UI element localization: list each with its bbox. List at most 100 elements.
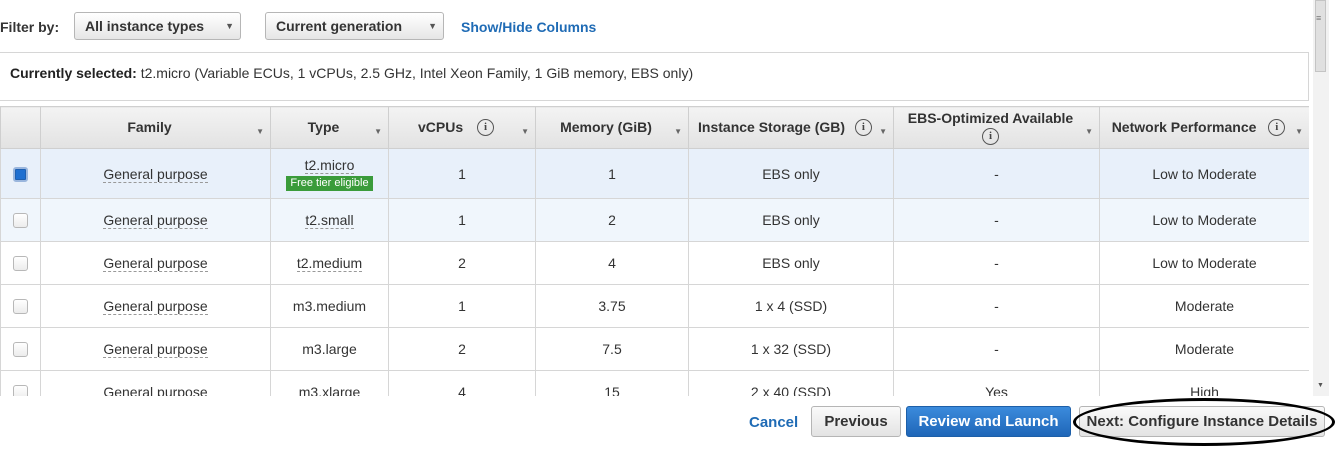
- previous-button[interactable]: Previous: [811, 406, 901, 437]
- memory-cell: 4: [535, 241, 689, 285]
- sort-caret-icon: ▼: [1295, 127, 1303, 136]
- memory-cell: 15: [535, 370, 689, 396]
- currently-selected-label: Currently selected:: [10, 65, 137, 81]
- type-cell: t2.small: [270, 198, 389, 242]
- row-checkbox[interactable]: [13, 166, 28, 182]
- instance-type-table-container: Family ▼ Type ▼ vCPUs i ▼ Memory (GiB) ▼: [0, 106, 1309, 396]
- vcpus-cell: 1: [388, 148, 536, 199]
- column-header-instance-storage[interactable]: Instance Storage (GB) i ▼: [688, 106, 894, 149]
- table-row[interactable]: General purpose t2.micro Free tier eligi…: [0, 148, 1309, 199]
- row-select-cell[interactable]: [0, 370, 41, 396]
- column-header-family[interactable]: Family ▼: [40, 106, 271, 149]
- family-cell: General purpose: [40, 241, 271, 285]
- chevron-down-icon: ▼: [428, 21, 437, 31]
- info-icon[interactable]: i: [982, 127, 999, 145]
- scrollbar-thumb[interactable]: [1315, 0, 1326, 72]
- family-cell: General purpose: [40, 284, 271, 328]
- type-cell: t2.micro Free tier eligible: [270, 148, 389, 199]
- instance-types-dropdown[interactable]: All instance types ▼: [74, 12, 241, 40]
- column-header-ebs-optimized[interactable]: EBS-Optimized Available i ▼: [893, 106, 1100, 149]
- row-select-cell[interactable]: [0, 198, 41, 242]
- instance-types-value: All instance types: [85, 18, 205, 34]
- ebs-cell: -: [893, 148, 1100, 199]
- ebs-cell: -: [893, 284, 1100, 328]
- filter-label: Filter by:: [0, 19, 60, 35]
- vertical-scrollbar[interactable]: ≡ ▼: [1313, 0, 1329, 396]
- table-row[interactable]: General purpose t2.medium 2 4 EBS only -…: [0, 241, 1309, 285]
- scrollbar-grip-icon: ≡: [1316, 13, 1322, 23]
- info-icon[interactable]: i: [477, 119, 495, 137]
- sort-caret-icon: ▼: [1085, 127, 1093, 136]
- table-row[interactable]: General purpose m3.medium 1 3.75 1 x 4 (…: [0, 284, 1309, 328]
- instance-type-table: Family ▼ Type ▼ vCPUs i ▼ Memory (GiB) ▼: [0, 106, 1309, 396]
- info-icon[interactable]: i: [1268, 119, 1286, 137]
- family-cell: General purpose: [40, 198, 271, 242]
- family-cell: General purpose: [40, 327, 271, 371]
- storage-cell: EBS only: [688, 198, 894, 242]
- row-checkbox[interactable]: [13, 256, 28, 272]
- ebs-cell: -: [893, 198, 1100, 242]
- network-cell: Moderate: [1099, 284, 1309, 328]
- row-checkbox[interactable]: [13, 299, 28, 315]
- vcpus-cell: 2: [388, 241, 536, 285]
- vcpus-cell: 2: [388, 327, 536, 371]
- currently-selected-value: t2.micro (Variable ECUs, 1 vCPUs, 2.5 GH…: [140, 65, 694, 81]
- review-and-launch-button[interactable]: Review and Launch: [906, 406, 1071, 437]
- generation-value: Current generation: [276, 18, 403, 34]
- type-cell: t2.medium: [270, 241, 389, 285]
- type-cell: m3.large: [270, 327, 389, 371]
- column-header-memory[interactable]: Memory (GiB) ▼: [535, 106, 689, 149]
- cancel-button[interactable]: Cancel: [749, 414, 798, 431]
- vcpus-cell: 1: [388, 284, 536, 328]
- column-header-type[interactable]: Type ▼: [270, 106, 389, 149]
- chevron-down-icon: ▼: [225, 21, 234, 31]
- network-cell: Low to Moderate: [1099, 148, 1309, 199]
- ebs-cell: -: [893, 241, 1100, 285]
- row-select-cell[interactable]: [0, 327, 41, 371]
- storage-cell: 1 x 4 (SSD): [688, 284, 894, 328]
- sort-caret-icon: ▼: [879, 127, 887, 136]
- type-cell: m3.xlarge: [270, 370, 389, 396]
- column-header-network-performance[interactable]: Network Performance i ▼: [1099, 106, 1309, 149]
- storage-cell: 2 x 40 (SSD): [688, 370, 894, 396]
- memory-cell: 3.75: [535, 284, 689, 328]
- table-row[interactable]: General purpose m3.large 2 7.5 1 x 32 (S…: [0, 327, 1309, 371]
- memory-cell: 2: [535, 198, 689, 242]
- table-row[interactable]: General purpose t2.small 1 2 EBS only - …: [0, 198, 1309, 242]
- type-cell: m3.medium: [270, 284, 389, 328]
- table-row[interactable]: General purpose m3.xlarge 4 15 2 x 40 (S…: [0, 370, 1309, 396]
- sort-caret-icon: ▼: [256, 127, 264, 136]
- family-cell: General purpose: [40, 148, 271, 199]
- storage-cell: 1 x 32 (SSD): [688, 327, 894, 371]
- select-column-header: [0, 106, 41, 149]
- memory-cell: 7.5: [535, 327, 689, 371]
- row-select-cell[interactable]: [0, 284, 41, 328]
- memory-cell: 1: [535, 148, 689, 199]
- network-cell: High: [1099, 370, 1309, 396]
- vcpus-cell: 4: [388, 370, 536, 396]
- column-header-vcpus[interactable]: vCPUs i ▼: [388, 106, 536, 149]
- sort-caret-icon: ▼: [521, 127, 529, 136]
- info-icon[interactable]: i: [854, 119, 872, 137]
- ebs-cell: -: [893, 327, 1100, 371]
- free-tier-badge: Free tier eligible: [286, 175, 373, 191]
- wizard-footer: Cancel Previous Review and Launch Next: …: [0, 396, 1335, 449]
- storage-cell: EBS only: [688, 148, 894, 199]
- sort-caret-icon: ▼: [674, 127, 682, 136]
- row-checkbox[interactable]: [13, 342, 28, 358]
- network-cell: Moderate: [1099, 327, 1309, 371]
- row-select-cell[interactable]: [0, 148, 41, 199]
- vcpus-cell: 1: [388, 198, 536, 242]
- storage-cell: EBS only: [688, 241, 894, 285]
- generation-dropdown[interactable]: Current generation ▼: [265, 12, 444, 40]
- scroll-down-arrow-icon[interactable]: ▼: [1317, 382, 1324, 389]
- show-hide-columns-link[interactable]: Show/Hide Columns: [461, 19, 596, 35]
- next-configure-instance-details-button[interactable]: Next: Configure Instance Details: [1079, 406, 1325, 437]
- row-checkbox[interactable]: [13, 385, 28, 396]
- row-select-cell[interactable]: [0, 241, 41, 285]
- row-checkbox[interactable]: [13, 213, 28, 229]
- currently-selected-banner: Currently selected: t2.micro (Variable E…: [0, 52, 1309, 101]
- network-cell: Low to Moderate: [1099, 198, 1309, 242]
- network-cell: Low to Moderate: [1099, 241, 1309, 285]
- family-cell: General purpose: [40, 370, 271, 396]
